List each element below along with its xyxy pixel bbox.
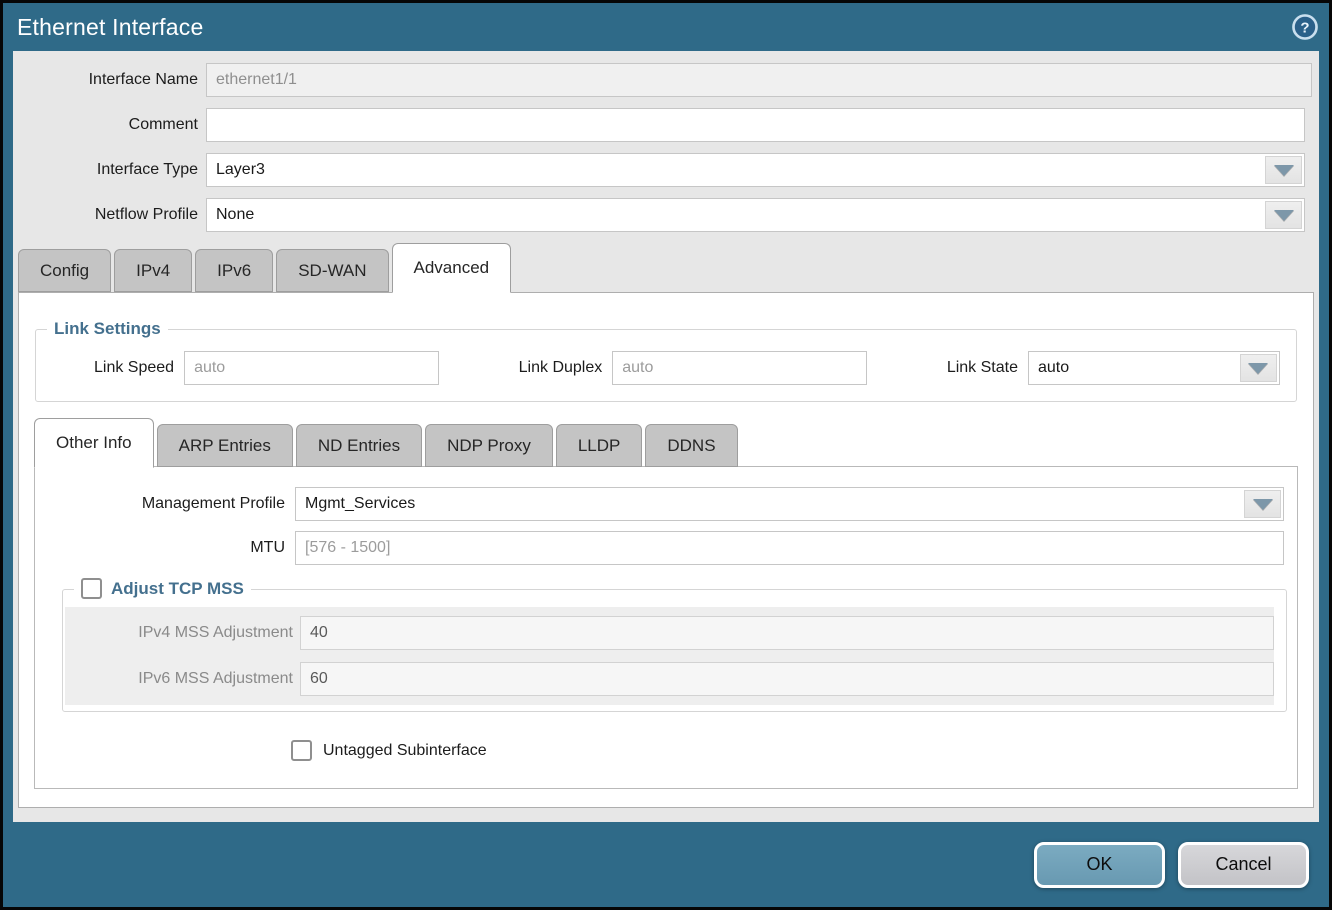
help-icon[interactable]: ?: [1291, 13, 1319, 41]
interface-type-label: Interface Type: [13, 161, 198, 179]
interface-name-label: Interface Name: [13, 71, 198, 89]
advanced-tab-panel: Link Settings Link Speed Link Duplex Lin…: [18, 292, 1314, 808]
interface-type-dropdown[interactable]: Layer3: [206, 153, 1305, 187]
ipv4-mss-label: IPv4 MSS Adjustment: [65, 624, 293, 642]
tab-ipv4[interactable]: IPv4: [114, 249, 192, 292]
link-duplex-label: Link Duplex: [519, 359, 603, 377]
interface-type-row: Interface Type Layer3: [13, 153, 1319, 187]
netflow-profile-row: Netflow Profile None: [13, 198, 1319, 232]
link-state-value: auto: [1038, 359, 1069, 377]
ipv4-mss-input: [300, 616, 1274, 650]
tab-other-info[interactable]: Other Info: [34, 418, 154, 468]
interface-name-input: [206, 63, 1312, 97]
mtu-input[interactable]: [295, 531, 1284, 565]
link-duplex-input[interactable]: [612, 351, 867, 385]
management-profile-label: Management Profile: [35, 495, 285, 513]
chevron-down-icon[interactable]: [1265, 201, 1302, 229]
tab-nd-entries[interactable]: ND Entries: [296, 424, 422, 467]
link-state-dropdown[interactable]: auto: [1028, 351, 1280, 385]
ipv6-mss-row: IPv6 MSS Adjustment: [65, 662, 1274, 696]
tab-arp-entries[interactable]: ARP Entries: [157, 424, 293, 467]
mtu-row: MTU: [35, 531, 1297, 565]
cancel-button[interactable]: Cancel: [1178, 842, 1309, 888]
tab-ipv6[interactable]: IPv6: [195, 249, 273, 292]
tab-config[interactable]: Config: [18, 249, 111, 292]
link-state-label: Link State: [947, 359, 1018, 377]
adjust-tcp-mss-legend: Adjust TCP MSS: [74, 579, 251, 599]
mtu-label: MTU: [35, 539, 285, 557]
link-settings-legend: Link Settings: [47, 319, 168, 339]
untagged-subinterface-checkbox[interactable]: [291, 740, 312, 761]
chevron-down-icon[interactable]: [1240, 354, 1277, 382]
management-profile-dropdown[interactable]: Mgmt_Services: [295, 487, 1284, 521]
adjust-tcp-mss-legend-text: Adjust TCP MSS: [111, 579, 244, 598]
untagged-subinterface-label: Untagged Subinterface: [323, 742, 487, 760]
sub-tab-bar: Other Info ARP Entries ND Entries NDP Pr…: [19, 418, 1313, 467]
tab-ddns[interactable]: DDNS: [645, 424, 737, 467]
comment-input[interactable]: [206, 108, 1305, 142]
ipv4-mss-row: IPv4 MSS Adjustment: [65, 616, 1274, 650]
tab-ndp-proxy[interactable]: NDP Proxy: [425, 424, 553, 467]
link-settings-row: Link Speed Link Duplex Link State auto: [36, 351, 1296, 385]
management-profile-value: Mgmt_Services: [305, 495, 415, 513]
link-speed-input[interactable]: [184, 351, 439, 385]
chevron-down-icon[interactable]: [1265, 156, 1302, 184]
ipv6-mss-label: IPv6 MSS Adjustment: [65, 670, 293, 688]
management-profile-row: Management Profile Mgmt_Services: [35, 487, 1297, 521]
link-state-group: Link State auto: [947, 351, 1280, 385]
dialog-title: Ethernet Interface: [17, 14, 203, 41]
interface-name-row: Interface Name: [13, 63, 1319, 97]
interface-type-value: Layer3: [216, 161, 265, 179]
chevron-down-icon[interactable]: [1244, 490, 1281, 518]
tab-lldp[interactable]: LLDP: [556, 424, 643, 467]
tab-advanced[interactable]: Advanced: [392, 243, 512, 293]
link-duplex-group: Link Duplex: [519, 351, 868, 385]
comment-row: Comment: [13, 108, 1319, 142]
main-tab-bar: Config IPv4 IPv6 SD-WAN Advanced: [13, 243, 1319, 292]
svg-text:?: ?: [1300, 20, 1309, 37]
adjust-tcp-mss-fieldset: Adjust TCP MSS IPv4 MSS Adjustment IPv6 …: [62, 579, 1287, 712]
ok-button[interactable]: OK: [1034, 842, 1165, 888]
dialog-titlebar: Ethernet Interface ?: [3, 3, 1329, 51]
comment-label: Comment: [13, 116, 198, 134]
netflow-profile-value: None: [216, 206, 254, 224]
netflow-profile-dropdown[interactable]: None: [206, 198, 1305, 232]
ipv6-mss-input: [300, 662, 1274, 696]
tab-sd-wan[interactable]: SD-WAN: [276, 249, 388, 292]
untagged-subinterface-row: Untagged Subinterface: [35, 740, 1297, 761]
other-info-panel: Management Profile Mgmt_Services MTU Adj…: [34, 466, 1298, 789]
link-settings-fieldset: Link Settings Link Speed Link Duplex Lin…: [35, 319, 1297, 402]
adjust-tcp-mss-checkbox[interactable]: [81, 578, 102, 599]
dialog-body: Interface Name Comment Interface Type La…: [13, 51, 1319, 822]
mss-disabled-region: IPv4 MSS Adjustment IPv6 MSS Adjustment: [65, 607, 1274, 705]
link-speed-label: Link Speed: [94, 359, 174, 377]
link-speed-group: Link Speed: [94, 351, 439, 385]
ethernet-interface-dialog: Ethernet Interface ? Interface Name Comm…: [0, 0, 1332, 910]
netflow-profile-label: Netflow Profile: [13, 206, 198, 224]
dialog-footer: OK Cancel: [3, 822, 1329, 907]
